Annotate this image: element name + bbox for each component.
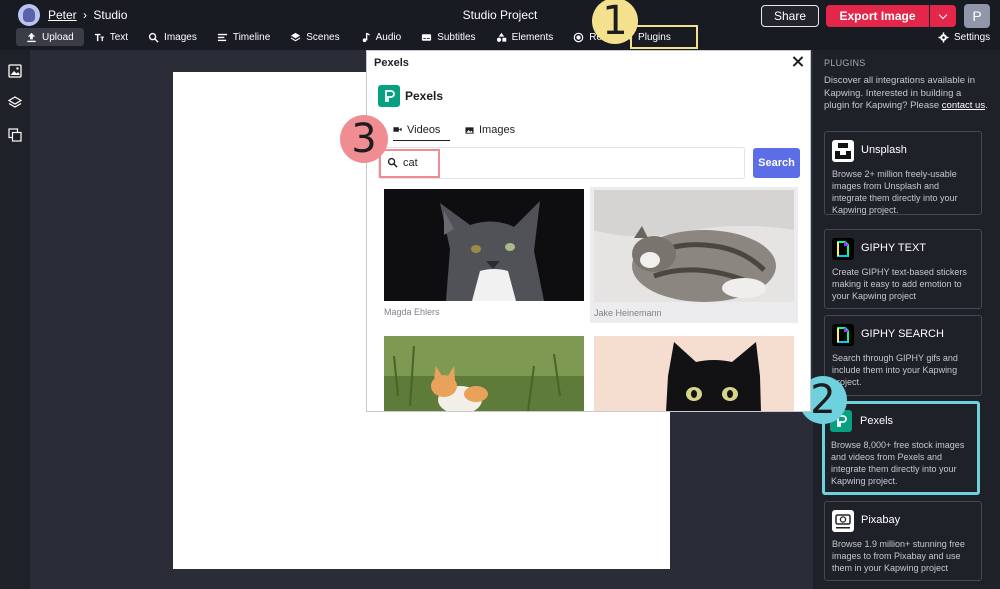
plugin-card-title: GIPHY SEARCH (861, 328, 944, 340)
layers-icon (290, 32, 301, 41)
close-icon[interactable] (791, 55, 805, 69)
dialog-brand-name: Pexels (405, 89, 444, 103)
result-thumbnail[interactable] (594, 336, 794, 411)
contact-us-link[interactable]: contact us (942, 100, 985, 111)
plugin-card-title: Unsplash (861, 144, 907, 156)
unsplash-logo-icon (832, 140, 854, 162)
tab-label: Videos (407, 123, 441, 136)
result-thumbnail[interactable] (384, 189, 584, 301)
copy-icon[interactable] (8, 128, 22, 142)
tool-timeline[interactable]: Timeline (207, 28, 280, 46)
image-icon[interactable] (8, 64, 22, 78)
result-card[interactable]: Jake Heinemann (590, 187, 798, 323)
result-card[interactable] (384, 336, 584, 411)
tool-label: Timeline (232, 31, 271, 43)
pixabay-logo-icon (832, 510, 854, 532)
tool-label: Elements (511, 31, 554, 43)
left-rail (0, 50, 30, 589)
tool-label: Upload (42, 31, 74, 43)
breadcrumb-separator: › (83, 8, 88, 22)
tool-label: Audio (375, 31, 402, 43)
breadcrumb: Peter › Studio (48, 8, 127, 22)
image-icon (465, 126, 474, 134)
text-icon (94, 33, 104, 41)
giphy-logo-icon (832, 238, 854, 260)
settings-button[interactable]: Settings (938, 28, 990, 46)
pexels-dialog: Pexels Pexels Videos Images cat Search M… (366, 50, 811, 412)
breadcrumb-current: Studio (93, 8, 128, 22)
plugin-card-pixabay[interactable]: Pixabay Browse 1.9 million+ stunning fre… (824, 501, 982, 581)
callout-number-3: 3 (340, 115, 388, 163)
tool-label: Text (109, 31, 129, 43)
search-highlight-box (379, 149, 440, 178)
result-credit: Jake Heinemann (594, 308, 662, 318)
plugin-card-pexels[interactable]: Pexels Browse 8,000+ free stock images a… (822, 401, 980, 495)
plugin-card-title: Pexels (860, 415, 894, 427)
gear-icon (938, 31, 949, 43)
plugin-card-desc: Browse 1.9 million+ stunning free images… (832, 539, 965, 573)
layers-icon[interactable] (8, 96, 22, 110)
plugin-card-desc: Search through GIPHY gifs and include th… (832, 353, 958, 387)
shapes-icon (496, 32, 506, 42)
plugin-card-title: GIPHY TEXT (861, 242, 927, 254)
panel-intro-end: . (985, 100, 988, 111)
tool-upload[interactable]: Upload (16, 28, 84, 46)
top-bar: Peter › Studio Studio Project Share Expo… (0, 0, 1000, 50)
plugin-card-desc: Create GIPHY text-based stickers making … (832, 267, 967, 301)
plugins-panel: PLUGINS Discover all integrations availa… (813, 50, 1000, 589)
settings-label: Settings (954, 31, 991, 43)
timeline-icon (217, 33, 227, 41)
project-title[interactable]: Studio Project (463, 8, 538, 22)
result-thumbnail[interactable] (384, 336, 584, 411)
tool-text[interactable]: Text (84, 28, 138, 46)
subtitles-icon (422, 33, 432, 41)
upload-icon (27, 32, 36, 42)
tool-images[interactable]: Images (138, 28, 207, 46)
plugin-card-title: Pixabay (861, 514, 901, 526)
video-camera-icon (393, 127, 402, 132)
avatar[interactable] (18, 4, 40, 26)
panel-heading: PLUGINS (824, 58, 866, 68)
tool-scenes[interactable]: Scenes (280, 28, 349, 46)
tool-subtitles[interactable]: Subtitles (411, 28, 485, 46)
callout-number-1: 1 (592, 0, 638, 44)
panel-intro: Discover all integrations available in K… (824, 75, 989, 113)
tab-videos[interactable]: Videos (393, 119, 450, 141)
tab-images[interactable]: Images (465, 119, 515, 141)
plugin-card-unsplash[interactable]: Unsplash Browse 2+ million freely-usable… (824, 131, 982, 215)
plugin-card-desc: Browse 2+ million freely-usable images f… (832, 169, 958, 215)
tool-label: Images (164, 31, 197, 43)
tool-audio[interactable]: Audio (350, 28, 412, 46)
result-credit: Magda Ehlers (384, 307, 440, 317)
tab-label: Images (479, 124, 516, 136)
tool-label: Scenes (306, 31, 340, 43)
record-icon (573, 32, 584, 42)
result-thumbnail[interactable] (594, 190, 794, 302)
plugin-card-giphy-search[interactable]: GIPHY SEARCH Search through GIPHY gifs a… (824, 315, 982, 396)
breadcrumb-user-link[interactable]: Peter (48, 8, 77, 22)
plugin-card-giphy-text[interactable]: GIPHY TEXT Create GIPHY text-based stick… (824, 229, 982, 309)
export-image-button[interactable]: Export Image (826, 5, 929, 27)
editor-toolbar: Upload Text Images Timeline Scenes Audio… (16, 28, 681, 46)
export-options-dropdown[interactable] (930, 5, 956, 27)
giphy-logo-icon (832, 324, 854, 346)
plugins-highlight-box (630, 25, 698, 49)
search-icon (148, 32, 159, 43)
tool-elements[interactable]: Elements (486, 28, 564, 46)
search-button[interactable]: Search (753, 148, 800, 178)
plugin-card-desc: Browse 8,000+ free stock images and vide… (831, 440, 965, 486)
dialog-title: Pexels (374, 57, 409, 69)
user-menu-button[interactable]: P (964, 4, 990, 28)
tool-label: Subtitles (437, 31, 476, 43)
result-card[interactable] (594, 336, 794, 411)
music-note-icon (362, 32, 370, 42)
share-button[interactable]: Share (761, 5, 819, 27)
result-card[interactable]: Magda Ehlers (384, 189, 584, 321)
pexels-logo-icon (378, 85, 400, 107)
